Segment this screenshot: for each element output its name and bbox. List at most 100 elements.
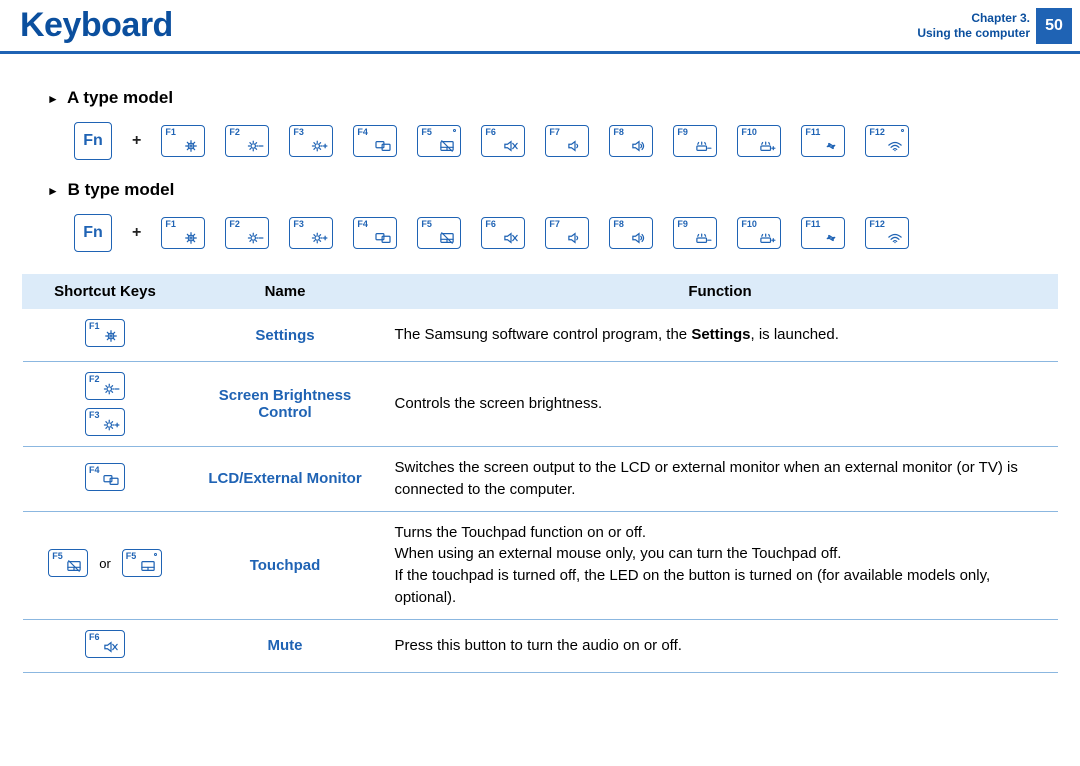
chapter-line1: Chapter 3. <box>917 11 1030 25</box>
th-name: Name <box>188 275 383 309</box>
plus-symbol: + <box>132 132 141 150</box>
vol-down-icon <box>566 231 584 245</box>
cell-function: Turns the Touchpad function on or off.Wh… <box>383 511 1058 619</box>
f7-key: F7 <box>545 217 589 249</box>
table-row: F2F3Screen Brightness ControlControls th… <box>23 362 1058 447</box>
key-label: F2 <box>89 374 100 384</box>
key-label: F6 <box>89 632 100 642</box>
key-label: F5 <box>421 127 432 137</box>
table-row: F5orF5TouchpadTurns the Touchpad functio… <box>23 511 1058 619</box>
key-row-b: Fn+F1F2F3F4F5F6F7F8F9F10F11F12 <box>74 214 1058 252</box>
th-shortcut-keys: Shortcut Keys <box>23 275 188 309</box>
cell-shortcut-keys: F2 F3 <box>23 362 188 447</box>
kbd-light-plus-icon <box>758 139 776 153</box>
f3-key: F3 <box>85 408 125 436</box>
fan-icon <box>822 139 840 153</box>
key-label: F1 <box>165 219 176 229</box>
table-row: F1 SettingsThe Samsung software control p… <box>23 309 1058 362</box>
key-label: F10 <box>741 127 757 137</box>
shortcut-table: Shortcut Keys Name Function F1SettingsTh… <box>22 274 1058 673</box>
cell-shortcut-keys: F5 or F5 <box>23 511 188 619</box>
key-label: F4 <box>357 127 368 137</box>
or-text: or <box>99 556 111 571</box>
chapter-label: Chapter 3. Using the computer <box>917 11 1036 40</box>
fn-key: Fn <box>74 214 112 252</box>
touchpad-icon <box>139 559 157 573</box>
f10-key: F10 <box>737 125 781 157</box>
f6-key: F6 <box>481 125 525 157</box>
f9-key: F9 <box>673 217 717 249</box>
key-label: F7 <box>549 219 560 229</box>
table-row: F4LCD/External MonitorSwitches the scree… <box>23 447 1058 512</box>
key-label: F7 <box>549 127 560 137</box>
vol-up-icon <box>630 139 648 153</box>
key-label: F3 <box>293 127 304 137</box>
cell-shortcut-keys: F6 <box>23 619 188 672</box>
page-header: Keyboard Chapter 3. Using the computer 5… <box>0 0 1080 54</box>
key-label: F1 <box>165 127 176 137</box>
cell-shortcut-keys: F1 <box>23 309 188 362</box>
cell-name: Screen Brightness Control <box>188 362 383 447</box>
fan-icon <box>822 231 840 245</box>
f2-key: F2 <box>225 125 269 157</box>
key-label: F3 <box>293 219 304 229</box>
wifi-icon <box>886 231 904 245</box>
f5-key: F5 <box>122 549 162 577</box>
f12-key: F12 <box>865 125 909 157</box>
monitor-dual-icon <box>102 473 120 487</box>
key-row-a: Fn+F1F2F3F4F5F6F7F8F9F10F11F12 <box>74 122 1058 160</box>
key-label: F9 <box>677 127 688 137</box>
key-label: F11 <box>805 219 820 229</box>
gear-icon <box>182 231 200 245</box>
f1-key: F1 <box>85 319 125 347</box>
key-label: F11 <box>805 127 820 137</box>
f10-key: F10 <box>737 217 781 249</box>
monitor-dual-icon <box>374 139 392 153</box>
f4-key: F4 <box>85 463 125 491</box>
gear-icon <box>102 329 120 343</box>
f12-key: F12 <box>865 217 909 249</box>
triangle-icon: ► <box>47 92 59 106</box>
key-label: F4 <box>357 219 368 229</box>
f7-key: F7 <box>545 125 589 157</box>
mute-icon <box>502 139 520 153</box>
kbd-light-minus-icon <box>694 231 712 245</box>
page-title: Keyboard <box>20 6 173 45</box>
key-label: F5 <box>421 219 432 229</box>
f11-key: F11 <box>801 217 845 249</box>
led-dot-icon <box>453 129 456 132</box>
monitor-dual-icon <box>374 231 392 245</box>
header-right: Chapter 3. Using the computer 50 <box>917 8 1080 44</box>
page-number-badge: 50 <box>1036 8 1072 44</box>
key-label: F8 <box>613 219 624 229</box>
touchpad-off-icon <box>438 231 456 245</box>
cell-name: Settings <box>188 309 383 362</box>
key-label: F12 <box>869 219 885 229</box>
key-label: F6 <box>485 127 496 137</box>
cell-name: Mute <box>188 619 383 672</box>
page-content: ► A type model Fn + F1 F2 F3 F4 F5 F6 F7 F8 F9 F10 F… <box>0 54 1080 683</box>
kbd-light-minus-icon <box>694 139 712 153</box>
f1-key: F1 <box>161 217 205 249</box>
sun-plus-icon <box>102 418 120 432</box>
key-label: F2 <box>229 127 240 137</box>
mute-icon <box>102 640 120 654</box>
key-label: F6 <box>485 219 496 229</box>
key-label: F5 <box>52 551 63 561</box>
f11-key: F11 <box>801 125 845 157</box>
key-label: F5 <box>126 551 137 561</box>
led-dot-icon <box>154 553 157 556</box>
model-a-label: ► A type model <box>47 88 1058 108</box>
gear-icon <box>182 139 200 153</box>
cell-function: The Samsung software control program, th… <box>383 309 1058 362</box>
key-label: F8 <box>613 127 624 137</box>
touchpad-off-icon <box>438 139 456 153</box>
plus-symbol: + <box>132 224 141 242</box>
key-label: F1 <box>89 321 100 331</box>
f9-key: F9 <box>673 125 717 157</box>
vol-down-icon <box>566 139 584 153</box>
cell-shortcut-keys: F4 <box>23 447 188 512</box>
vol-up-icon <box>630 231 648 245</box>
sun-minus-icon <box>246 139 264 153</box>
sun-plus-icon <box>310 231 328 245</box>
